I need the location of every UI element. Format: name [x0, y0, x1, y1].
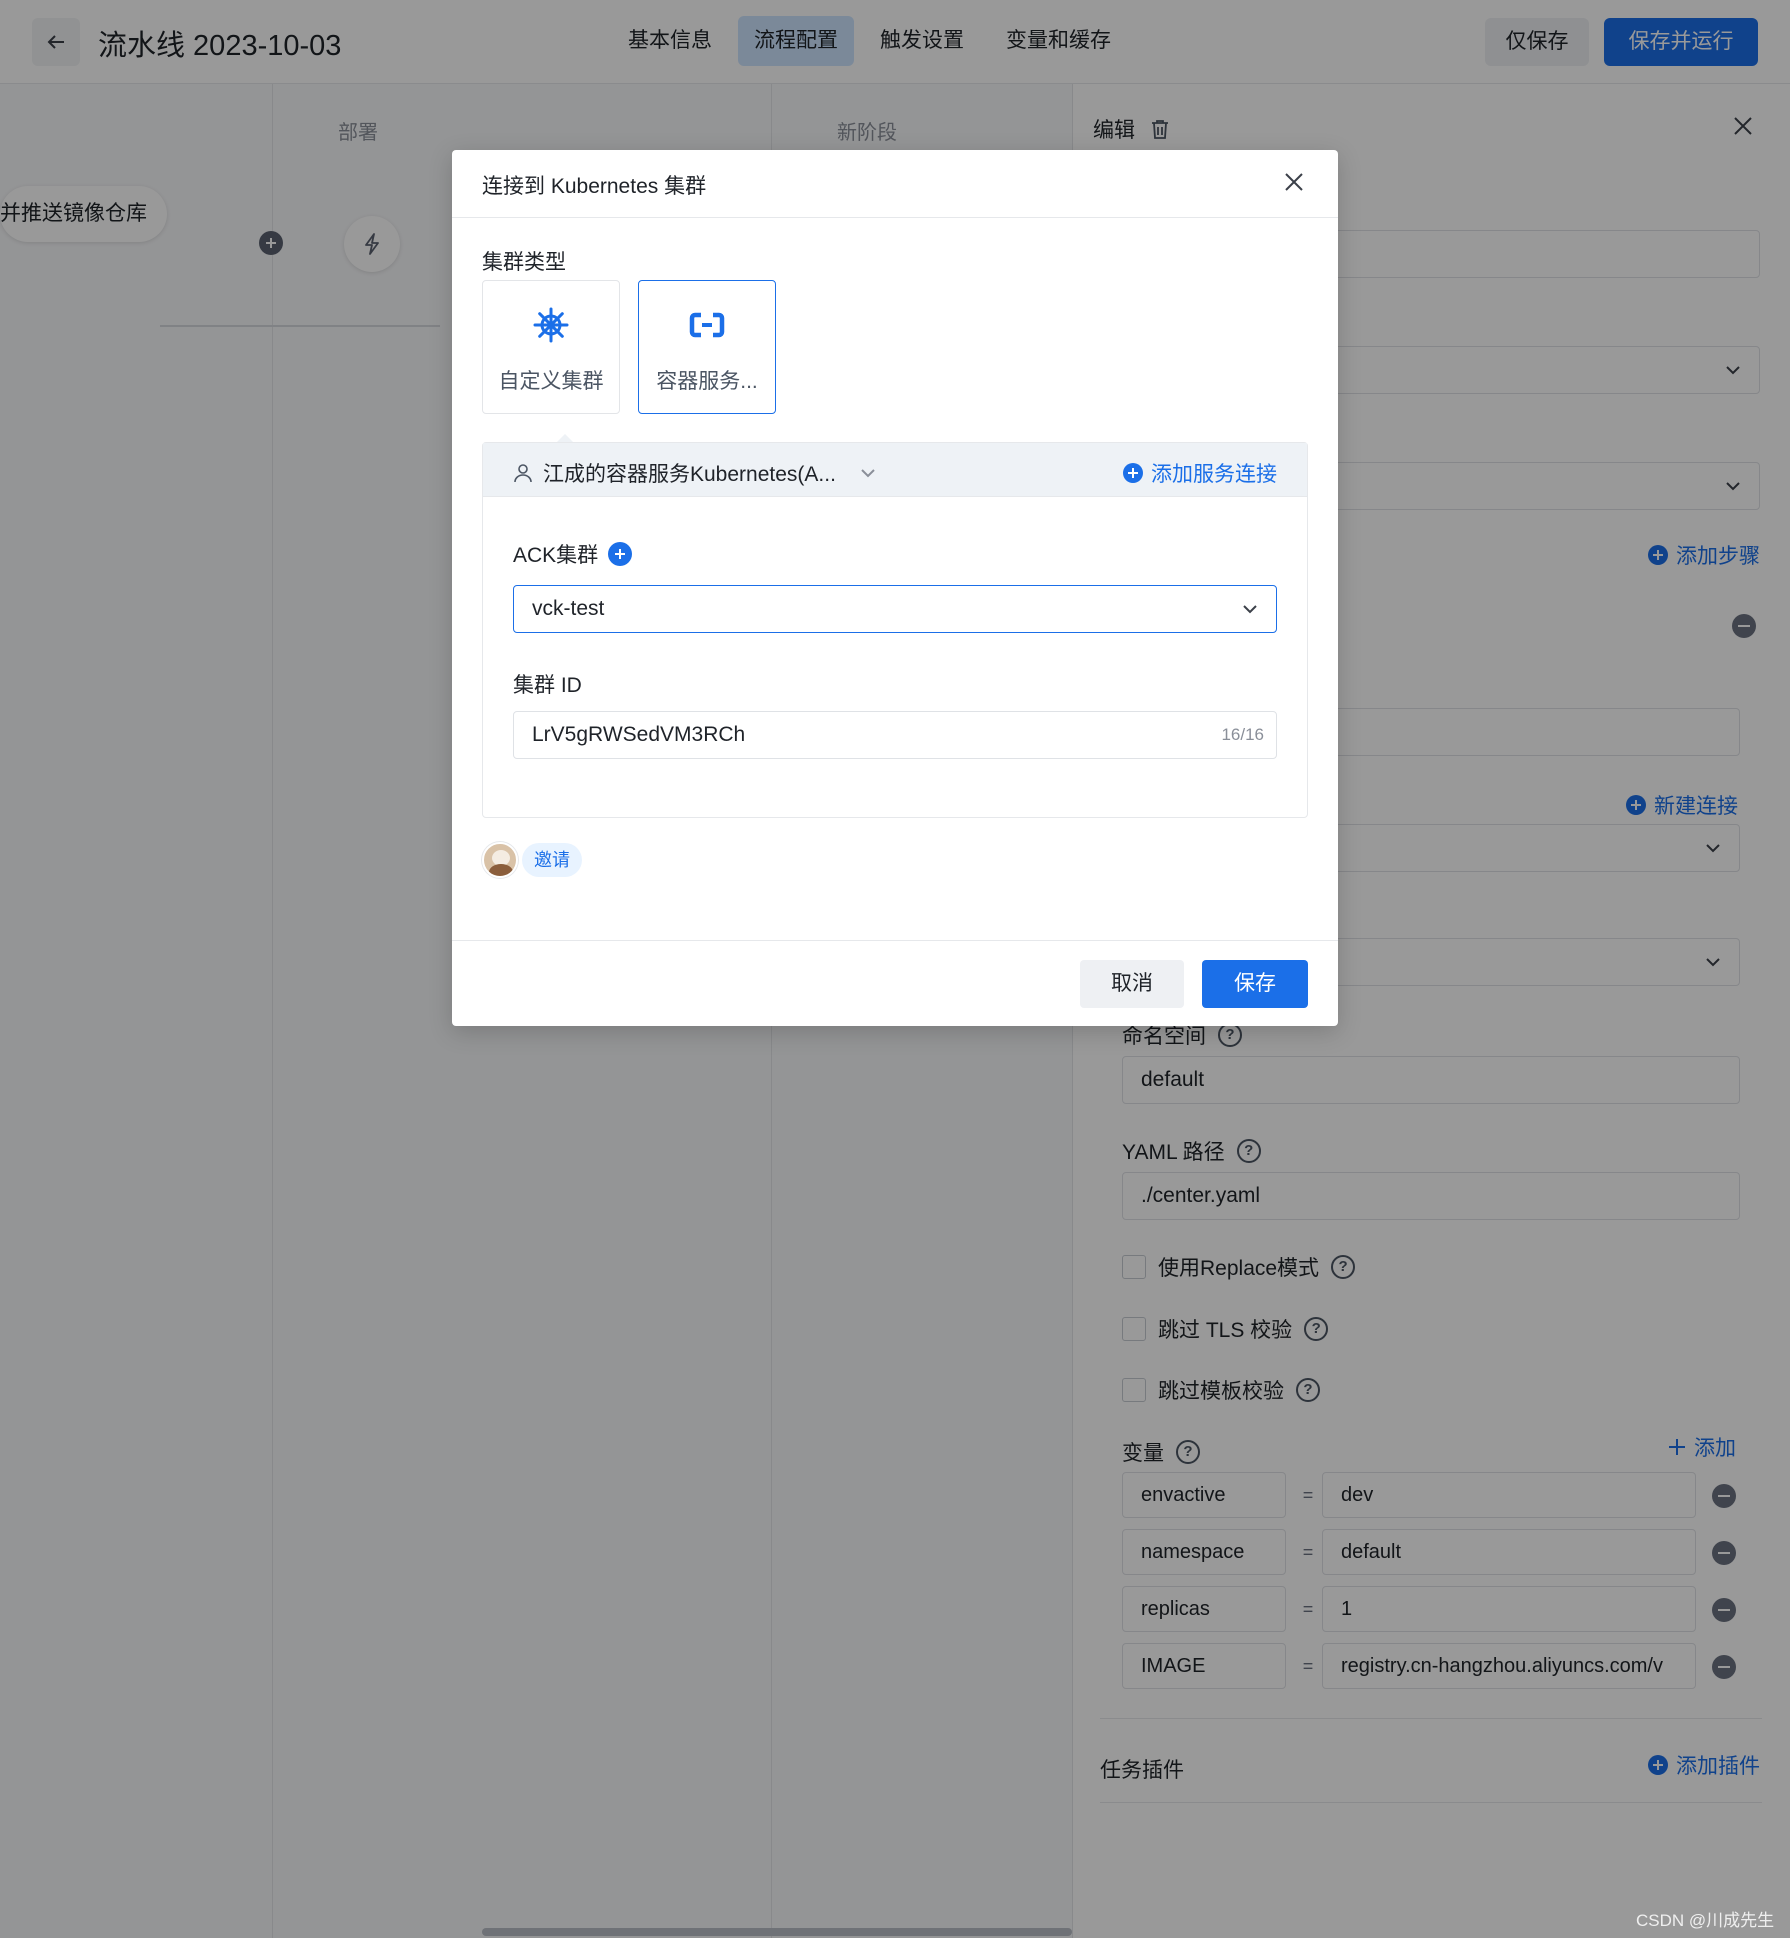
cluster-id-label: 集群 ID — [513, 674, 582, 697]
invite-button[interactable]: 邀请 — [522, 843, 582, 877]
cluster-id-value: LrV5gRWSedVM3RCh — [532, 723, 746, 746]
dialog-title: 连接到 Kubernetes 集群 — [482, 175, 707, 198]
service-connection-select[interactable]: 江成的容器服务Kubernetes(A... — [513, 458, 876, 488]
connection-header: 江成的容器服务Kubernetes(A... 添加服务连接 — [483, 443, 1307, 497]
char-count: 16/16 — [1221, 725, 1264, 744]
connection-name: 江成的容器服务Kubernetes(A... — [543, 463, 836, 486]
user-icon — [514, 464, 532, 483]
connection-config-box: 江成的容器服务Kubernetes(A... 添加服务连接 ACK集群 vck-… — [482, 442, 1308, 818]
avatar — [482, 842, 518, 878]
cluster-id-input[interactable]: LrV5gRWSedVM3RCh 16/16 — [513, 711, 1277, 759]
dialog-close-button[interactable] — [1282, 170, 1306, 199]
add-service-connection-link[interactable]: 添加服务连接 — [1123, 458, 1277, 488]
add-ack-cluster-icon[interactable] — [608, 542, 633, 566]
save-button[interactable]: 保存 — [1202, 960, 1308, 1008]
chevron-down-icon — [1243, 605, 1257, 614]
close-icon — [1285, 173, 1303, 191]
dialog-footer: 取消 保存 — [452, 940, 1338, 1026]
cluster-type-container-service[interactable]: 容器服务... — [638, 280, 776, 414]
cluster-type-label: 容器服务... — [656, 370, 758, 393]
ack-cluster-label: ACK集群 — [513, 539, 633, 569]
cancel-button[interactable]: 取消 — [1080, 960, 1184, 1008]
add-service-connection-label: 添加服务连接 — [1151, 463, 1277, 486]
chevron-down-icon — [861, 469, 875, 478]
invite-area: 邀请 — [482, 842, 582, 878]
ack-cluster-value: vck-test — [532, 597, 605, 620]
k8s-connect-dialog: 连接到 Kubernetes 集群 集群类型 自定义集群 容器服务... 江成的… — [452, 150, 1338, 1026]
cluster-type-label: 集群类型 — [482, 251, 566, 274]
aliyun-icon — [689, 312, 725, 338]
plus-circle-icon — [1123, 463, 1143, 483]
ack-cluster-label-text: ACK集群 — [513, 544, 599, 567]
cluster-type-custom[interactable]: 自定义集群 — [482, 280, 620, 414]
ack-cluster-select[interactable]: vck-test — [513, 585, 1277, 633]
kubernetes-helm-icon — [533, 307, 569, 343]
cluster-type-label: 自定义集群 — [498, 370, 604, 393]
dialog-header: 连接到 Kubernetes 集群 — [452, 150, 1338, 218]
watermark: CSDN @川成先生 — [1636, 1911, 1775, 1930]
